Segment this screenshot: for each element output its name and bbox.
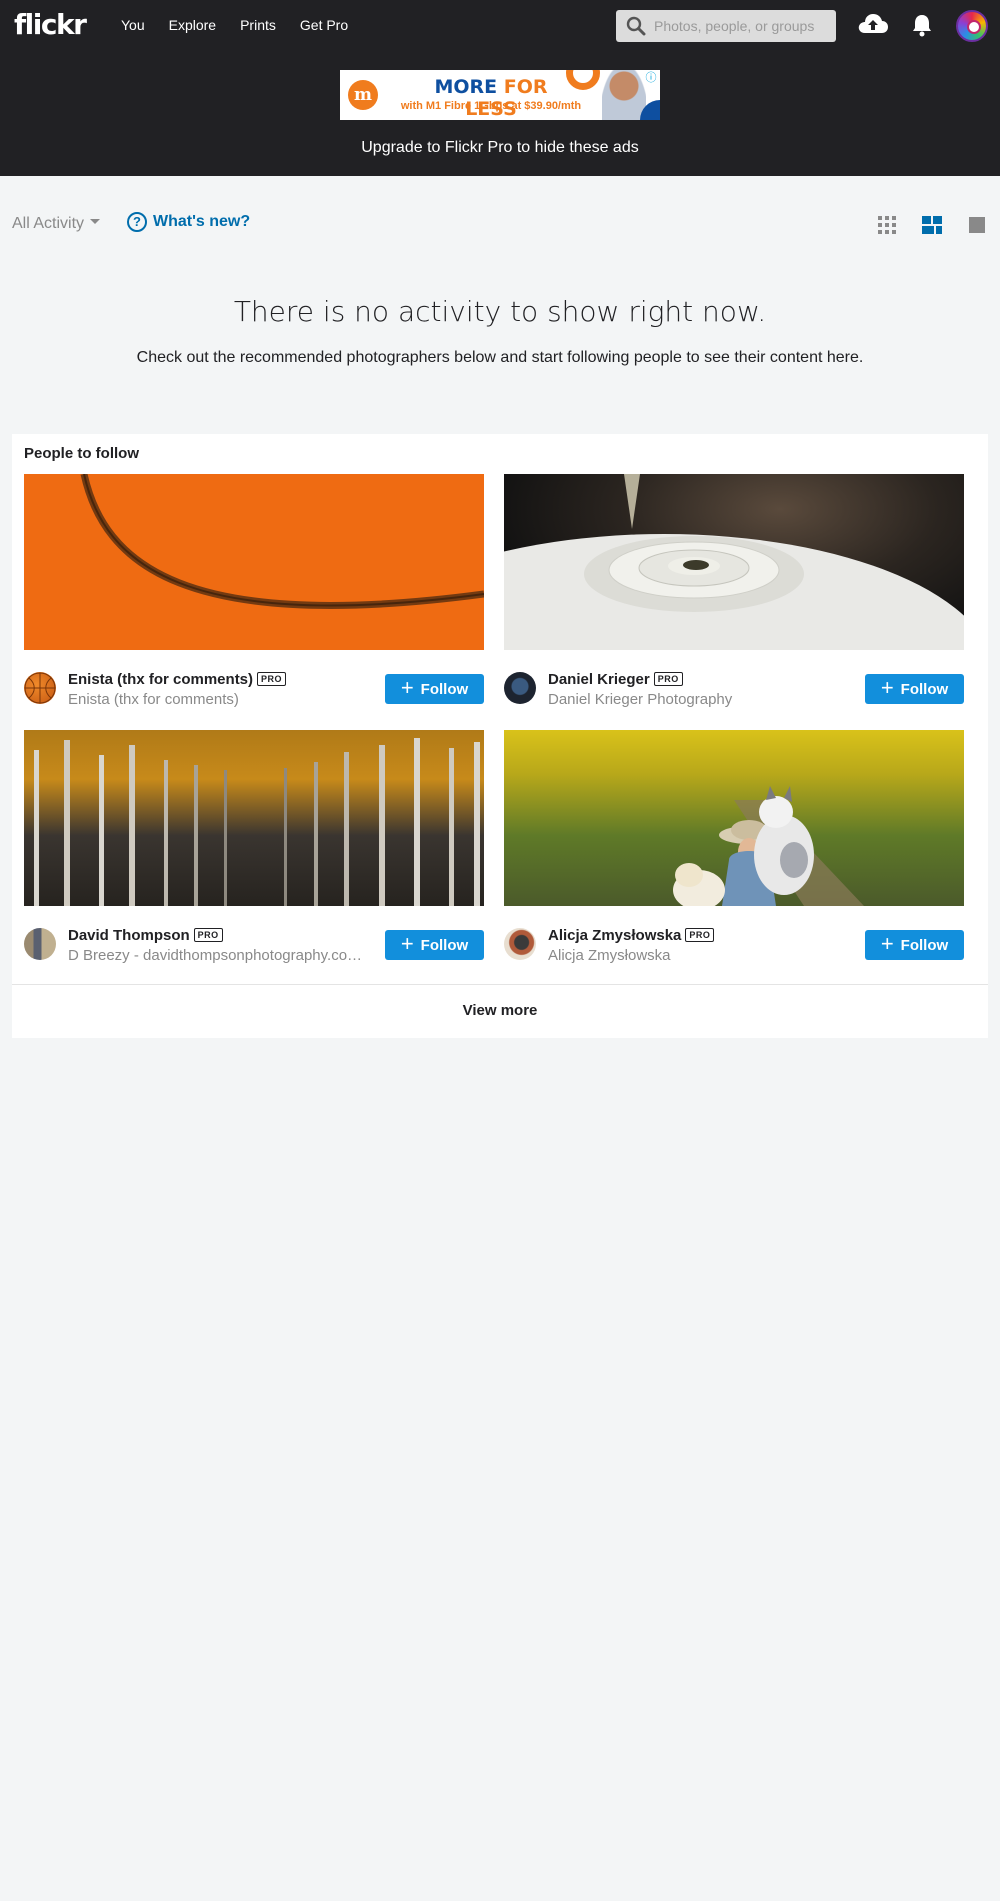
ad-subtext: with M1 Fibre 1Gbps at $39.90/mth bbox=[400, 100, 582, 112]
follow-label: Follow bbox=[420, 936, 469, 954]
person-name[interactable]: Daniel Krieger PRO bbox=[548, 670, 683, 690]
person-cover-photo[interactable] bbox=[24, 730, 484, 906]
cover-photo-art bbox=[673, 786, 864, 906]
grid-view-icon[interactable] bbox=[878, 216, 896, 234]
person-info-row: David Thompson PRO D Breezy - davidthomps… bbox=[24, 926, 484, 966]
follow-label: Follow bbox=[900, 936, 949, 954]
nav-you[interactable]: You bbox=[121, 15, 145, 35]
cover-photo-art bbox=[80, 474, 484, 609]
search-icon[interactable] bbox=[626, 16, 646, 36]
follow-button[interactable]: + Follow bbox=[865, 930, 964, 960]
nav-prints[interactable]: Prints bbox=[240, 15, 276, 35]
person-subtitle: Enista (thx for comments) bbox=[68, 691, 239, 708]
nav-links: You Explore Prints Get Pro bbox=[121, 15, 372, 35]
ad-banner[interactable]: m MORE FOR LESS with M1 Fibre 1Gbps at $… bbox=[340, 70, 660, 120]
plus-icon: + bbox=[880, 675, 894, 700]
nav-bar: flickr You Explore Prints Get Pro bbox=[0, 0, 1000, 50]
person-avatar[interactable] bbox=[504, 672, 536, 704]
person-info-row: Enista (thx for comments) PRO Enista (thx… bbox=[24, 670, 484, 710]
basketball-icon bbox=[24, 672, 56, 704]
person-subtitle: D Breezy - davidthompsonphotography.co… bbox=[68, 947, 363, 964]
people-to-follow-panel: People to follow Enista (thx for comment… bbox=[12, 434, 988, 1038]
view-more-button[interactable]: View more bbox=[12, 984, 988, 1038]
empty-state-subtitle: Check out the recommended photographers … bbox=[136, 349, 864, 366]
pro-badge: PRO bbox=[685, 928, 715, 942]
ad-brand-logo: m bbox=[348, 80, 378, 110]
chevron-down-icon bbox=[90, 219, 101, 225]
plus-icon: + bbox=[400, 931, 414, 956]
nav-get-pro[interactable]: Get Pro bbox=[300, 15, 348, 35]
plus-icon: + bbox=[880, 931, 894, 956]
person-avatar[interactable] bbox=[24, 928, 56, 960]
person-avatar[interactable] bbox=[24, 672, 56, 704]
person-cover-photo[interactable] bbox=[504, 730, 964, 906]
tile-view-icon[interactable] bbox=[922, 216, 942, 234]
user-avatar[interactable] bbox=[956, 10, 988, 42]
ad-headline: MORE FOR LESS bbox=[406, 76, 576, 120]
ad-info-icon[interactable]: ⓘ bbox=[645, 72, 657, 84]
person-name-text: David Thompson bbox=[68, 927, 190, 944]
people-to-follow-title: People to follow bbox=[24, 445, 139, 462]
person-name-text: Daniel Krieger bbox=[548, 671, 650, 688]
person-cover-photo[interactable] bbox=[504, 474, 964, 650]
person-card: David Thompson PRO D Breezy - davidthomps… bbox=[24, 730, 484, 978]
person-card: Alicja Zmysłowska PRO Alicja Zmysłowska +… bbox=[504, 730, 964, 978]
follow-button[interactable]: + Follow bbox=[865, 674, 964, 704]
cover-photo-art bbox=[504, 474, 964, 650]
ad-headline-more: MORE bbox=[434, 76, 498, 98]
pro-badge: PRO bbox=[193, 928, 223, 942]
activity-filter-dropdown[interactable]: All Activity bbox=[12, 214, 101, 234]
follow-label: Follow bbox=[420, 680, 469, 698]
top-bar: flickr You Explore Prints Get Pro m MORE… bbox=[0, 0, 1000, 176]
bell-icon[interactable] bbox=[911, 13, 933, 37]
person-avatar[interactable] bbox=[504, 928, 536, 960]
person-card: Daniel Krieger PRO Daniel Krieger Photogr… bbox=[504, 474, 964, 722]
plus-icon: + bbox=[400, 675, 414, 700]
person-name[interactable]: David Thompson PRO bbox=[68, 926, 223, 946]
follow-button[interactable]: + Follow bbox=[385, 930, 484, 960]
single-view-icon[interactable] bbox=[968, 216, 986, 234]
activity-toolbar: All Activity ? What's new? bbox=[0, 210, 1000, 238]
person-name[interactable]: Enista (thx for comments) PRO bbox=[68, 670, 287, 690]
person-subtitle: Alicja Zmysłowska bbox=[548, 947, 671, 964]
ad-info-glyph: ⓘ bbox=[645, 72, 657, 84]
person-card: Enista (thx for comments) PRO Enista (thx… bbox=[24, 474, 484, 722]
person-name-text: Alicja Zmysłowska bbox=[548, 927, 682, 944]
pro-badge: PRO bbox=[653, 672, 683, 686]
pro-badge: PRO bbox=[257, 672, 287, 686]
person-subtitle: Daniel Krieger Photography bbox=[548, 691, 733, 708]
nav-explore[interactable]: Explore bbox=[169, 15, 216, 35]
person-cover-photo[interactable] bbox=[24, 474, 484, 650]
person-info-row: Alicja Zmysłowska PRO Alicja Zmysłowska +… bbox=[504, 926, 964, 966]
whats-new-link[interactable]: ? What's new? bbox=[127, 212, 250, 232]
person-name-text: Enista (thx for comments) bbox=[68, 671, 254, 688]
ad-person-image bbox=[602, 70, 646, 120]
cover-photo-art bbox=[34, 738, 480, 906]
follow-button[interactable]: + Follow bbox=[385, 674, 484, 704]
question-circle-icon: ? bbox=[127, 212, 147, 232]
person-info-row: Daniel Krieger PRO Daniel Krieger Photogr… bbox=[504, 670, 964, 710]
flickr-logo[interactable]: flickr bbox=[14, 8, 87, 42]
search-input[interactable] bbox=[616, 10, 836, 42]
whats-new-label: What's new? bbox=[153, 213, 251, 230]
activity-filter-label: All Activity bbox=[12, 215, 85, 232]
upload-cloud-icon[interactable] bbox=[857, 11, 889, 37]
follow-label: Follow bbox=[900, 680, 949, 698]
person-name[interactable]: Alicja Zmysłowska PRO bbox=[548, 926, 715, 946]
empty-state-title: There is no activity to show right now. bbox=[233, 295, 767, 328]
upgrade-pro-link[interactable]: Upgrade to Flickr Pro to hide these ads bbox=[0, 138, 1000, 158]
